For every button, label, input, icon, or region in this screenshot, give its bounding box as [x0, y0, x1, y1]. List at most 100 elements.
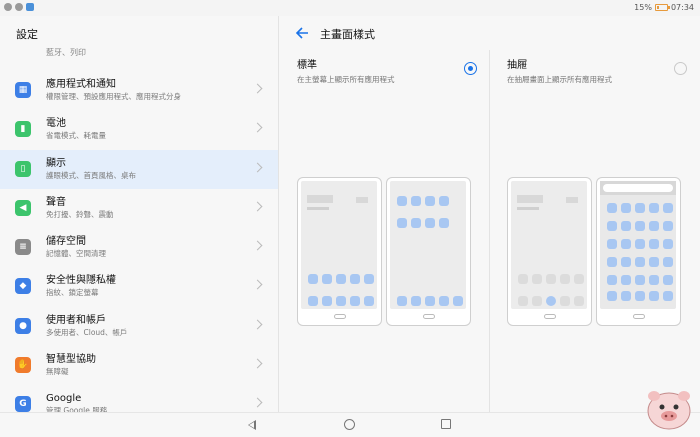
home-style-panel: 主畫面樣式 標準 在主螢幕上顯示所有應用程式 抽屜 在抽屜畫面上顯示所有應用程式 [280, 16, 700, 412]
dock-app-icon [532, 296, 542, 306]
battery-icon: ▮ [15, 121, 31, 138]
chevron-right-icon [252, 201, 263, 212]
app-icon [663, 221, 673, 231]
standard-preview-home[interactable] [297, 177, 382, 326]
dock-app-icon [364, 296, 374, 306]
panel-title: 主畫面樣式 [320, 28, 375, 41]
home-button-icon [334, 314, 346, 319]
clock-widget [307, 195, 333, 203]
app-icon [621, 239, 631, 249]
dock-app-icon [322, 296, 332, 306]
app-icon [350, 274, 360, 284]
option-drawer[interactable]: 抽屜 在抽屜畫面上顯示所有應用程式 [507, 56, 700, 85]
dock-app-icon [560, 296, 570, 306]
app-icon [560, 274, 570, 284]
battery-percent: 15% [634, 3, 652, 12]
home-button-icon [544, 314, 556, 319]
weather-widget [356, 197, 368, 203]
watermark-logo [647, 391, 691, 430]
standard-radio[interactable] [464, 62, 477, 75]
partial-list-item[interactable]: 藍牙、列印 [46, 47, 86, 58]
drawer-radio[interactable] [674, 62, 687, 75]
clock: 07:34 [670, 3, 694, 12]
settings-item-subtitle: 指紋、鎖定螢幕 [46, 288, 99, 298]
app-icon [649, 275, 659, 285]
settings-item-5[interactable]: ◆ 安全性與隱私權 指紋、鎖定螢幕 [0, 267, 278, 306]
app-icon [336, 274, 346, 284]
settings-item-6[interactable]: ● 使用者和帳戶 多使用者、Cloud、帳戶 [0, 307, 278, 346]
app-icon [607, 291, 617, 301]
dock-app-icon [518, 296, 528, 306]
app-icon [663, 275, 673, 285]
app-icon [439, 196, 449, 206]
dock-app-icon [425, 296, 435, 306]
app-icon [425, 218, 435, 228]
notification-icons [4, 3, 34, 11]
settings-item-subtitle: 多使用者、Cloud、帳戶 [46, 327, 128, 337]
option-title: 抽屜 [507, 60, 527, 71]
dock-app-icon [574, 296, 584, 306]
standard-preview-page2[interactable] [386, 177, 471, 326]
app-icon [546, 274, 556, 284]
drawer-preview-home[interactable] [507, 177, 592, 326]
app-icon [607, 239, 617, 249]
chevron-right-icon [252, 162, 263, 173]
settings-item-title: 顯示 [46, 157, 66, 169]
search-bar [603, 184, 673, 192]
chevron-right-icon [252, 280, 263, 290]
storage-icon: ≡ [15, 239, 31, 256]
option-subtitle: 在主螢幕上顯示所有應用程式 [297, 75, 395, 84]
app-icon [397, 196, 407, 206]
settings-item-0[interactable]: ▦ 應用程式和通知 權限管理、預設應用程式、應用程式分身 [0, 71, 278, 110]
dock-app-icon [336, 296, 346, 306]
settings-item-2[interactable]: ▯ 顯示 護眼模式、首頁風格、桌布 [0, 149, 278, 189]
settings-item-4[interactable]: ≡ 儲存空間 記憶體、空間清理 [0, 228, 278, 267]
app-icon [649, 203, 659, 213]
weather-widget [566, 197, 578, 203]
app-icon [607, 257, 617, 267]
settings-item-subtitle: 權限管理、預設應用程式、應用程式分身 [46, 92, 181, 101]
settings-item-subtitle: 省電模式、耗電量 [46, 131, 106, 141]
settings-item-title: 電池 [46, 118, 66, 130]
notification-icon [15, 3, 23, 11]
settings-item-title: 安全性與隱私權 [46, 275, 116, 287]
app-icon [649, 291, 659, 301]
nav-home-icon[interactable] [344, 419, 355, 430]
app-icon [574, 274, 584, 284]
chevron-right-icon [252, 240, 263, 251]
status-bar: 15% 07:34 [0, 0, 700, 16]
google-icon: G [15, 396, 31, 412]
dock-app-icon [411, 296, 421, 306]
app-icon [411, 218, 421, 228]
display-icon: ▯ [15, 160, 31, 177]
settings-item-subtitle: 護眼模式、首頁風格、桌布 [46, 170, 136, 180]
sound-icon: ◀ [15, 199, 31, 216]
app-icon [635, 203, 645, 213]
app-icon [649, 257, 659, 267]
settings-item-title: 儲存空間 [46, 236, 86, 248]
app-icon [397, 218, 407, 228]
settings-item-8[interactable]: G Google 管理 Google 服務 [0, 385, 278, 412]
app-icon [621, 257, 631, 267]
notification-icon [26, 3, 34, 11]
nav-recents-icon[interactable] [441, 419, 451, 429]
settings-item-subtitle: 免打擾、鈴聲、震動 [46, 209, 114, 219]
dock-app-icon [453, 296, 463, 306]
settings-item-subtitle: 無障礙 [46, 367, 69, 377]
chevron-right-icon [252, 397, 263, 408]
back-arrow-icon[interactable] [295, 26, 309, 40]
app-icon [635, 239, 645, 249]
settings-item-7[interactable]: ✋ 智慧型協助 無障礙 [0, 346, 278, 385]
nav-back-icon[interactable] [248, 420, 256, 430]
app-icon [518, 274, 528, 284]
settings-item-3[interactable]: ◀ 聲音 免打擾、鈴聲、震動 [0, 189, 278, 228]
drawer-preview-drawer[interactable] [596, 177, 681, 326]
dock-app-icon [397, 296, 407, 306]
settings-menu: ▦ 應用程式和通知 權限管理、預設應用程式、應用程式分身 ▮ 電池 省電模式、耗電量 ▯ 顯示… [0, 71, 278, 412]
shield-icon: ◆ [15, 278, 31, 295]
apps-icon: ▦ [15, 82, 31, 98]
settings-title: 設定 [16, 28, 38, 41]
chevron-right-icon [252, 83, 263, 94]
app-icon [621, 291, 631, 301]
settings-item-1[interactable]: ▮ 電池 省電模式、耗電量 [0, 110, 278, 149]
